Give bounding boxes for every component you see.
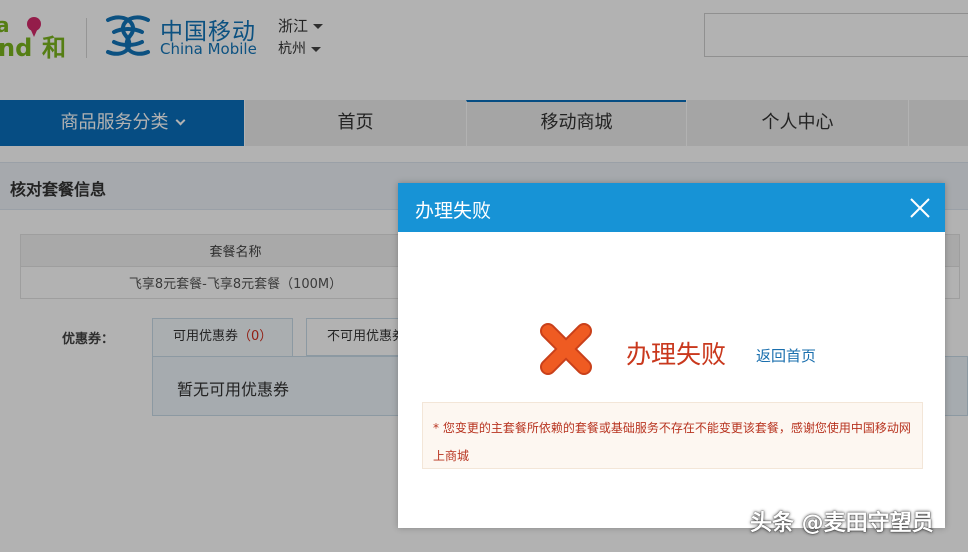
failure-dialog: 办理失败 办理失败 返回首页 * 您变更的主套餐所依赖的套餐或基础服务不存在不能…	[398, 183, 945, 528]
dialog-title: 办理失败	[415, 200, 492, 222]
back-home-link[interactable]: 返回首页	[756, 345, 816, 366]
failure-notice: * 您变更的主套餐所依赖的套餐或基础服务不存在不能变更该套餐，感谢您使用中国移动…	[422, 402, 923, 469]
close-icon[interactable]	[909, 197, 931, 219]
watermark: 头条 @麦田守望员	[750, 511, 934, 536]
failure-status-text: 办理失败	[626, 340, 727, 369]
error-x-icon	[540, 323, 592, 375]
dialog-header: 办理失败	[398, 183, 945, 232]
